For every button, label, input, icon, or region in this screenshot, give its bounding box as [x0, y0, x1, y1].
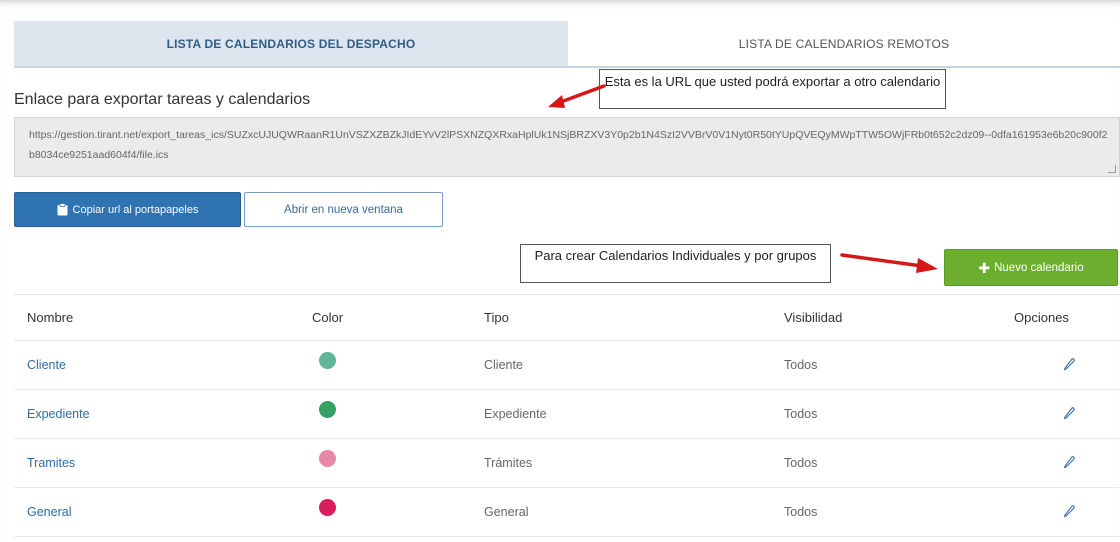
create-calendar-callout: Para crear Calendarios Individuales y po…	[520, 244, 831, 283]
table-row: Cliente Cliente Todos	[14, 340, 1120, 390]
calendar-name-link[interactable]: Cliente	[27, 358, 66, 372]
calendar-name-link[interactable]: Expediente	[27, 407, 90, 421]
open-new-window-label: Abrir en nueva ventana	[284, 203, 403, 216]
color-swatch	[319, 351, 336, 369]
new-calendar-label: Nuevo calendario	[994, 261, 1084, 274]
open-new-window-button[interactable]: Abrir en nueva ventana	[244, 192, 443, 227]
table-row: Tramites Trámites Todos	[14, 438, 1120, 488]
calendar-name-link[interactable]: General	[27, 505, 71, 519]
copy-url-label: Copiar url al portapapeles	[72, 203, 199, 216]
calendar-visibility: Todos	[784, 438, 1014, 488]
calendar-settings-panel: LISTA DE CALENDARIOS DEL DESPACHO LISTA …	[0, 0, 1120, 542]
red-arrow-icon	[840, 253, 938, 273]
table-row: Expediente Expediente Todos	[14, 389, 1120, 439]
header-visibility: Visibilidad	[784, 294, 1014, 341]
calendar-visibility: Todos	[784, 389, 1014, 439]
header-color: Color	[304, 294, 484, 341]
calendar-tabs: LISTA DE CALENDARIOS DEL DESPACHO LISTA …	[14, 21, 1120, 68]
export-url-text: https://gestion.tirant.net/export_tareas…	[29, 129, 1108, 161]
pencil-icon[interactable]	[1062, 357, 1076, 374]
color-swatch	[319, 498, 336, 516]
clipboard-icon	[57, 203, 68, 216]
color-swatch	[319, 449, 336, 467]
url-callout: Esta es la URL que usted podrá exportar …	[599, 69, 946, 109]
red-arrow-icon	[548, 84, 606, 108]
pencil-icon[interactable]	[1062, 504, 1076, 521]
calendars-table: Nombre Color Tipo Visibilidad Opciones C…	[14, 294, 1120, 537]
calendar-type: Trámites	[484, 438, 784, 488]
calendar-visibility: Todos	[784, 487, 1014, 537]
export-section-title: Enlace para exportar tareas y calendario…	[14, 91, 311, 108]
export-url-field[interactable]: https://gestion.tirant.net/export_tareas…	[14, 117, 1120, 177]
table-row: General General Todos	[14, 487, 1120, 537]
color-swatch	[319, 400, 336, 418]
calendar-type: Cliente	[484, 340, 784, 390]
calendar-name-link[interactable]: Tramites	[27, 456, 75, 470]
new-calendar-button[interactable]: ✚ Nuevo calendario	[944, 249, 1118, 286]
pencil-icon[interactable]	[1062, 406, 1076, 423]
calendar-visibility: Todos	[784, 340, 1014, 390]
table-header-row: Nombre Color Tipo Visibilidad Opciones	[14, 294, 1120, 341]
header-name: Nombre	[14, 294, 304, 341]
calendar-type: Expediente	[484, 389, 784, 439]
pencil-icon[interactable]	[1062, 455, 1076, 472]
tab-office-calendars[interactable]: LISTA DE CALENDARIOS DEL DESPACHO	[14, 21, 568, 66]
header-type: Tipo	[484, 294, 784, 341]
tab-remote-calendars[interactable]: LISTA DE CALENDARIOS REMOTOS	[568, 21, 1120, 66]
calendar-type: General	[484, 487, 784, 537]
resize-grip-icon[interactable]	[1108, 165, 1116, 173]
copy-url-button[interactable]: Copiar url al portapapeles	[14, 192, 241, 227]
header-options: Opciones	[1014, 294, 1120, 341]
plus-icon: ✚	[978, 259, 991, 276]
